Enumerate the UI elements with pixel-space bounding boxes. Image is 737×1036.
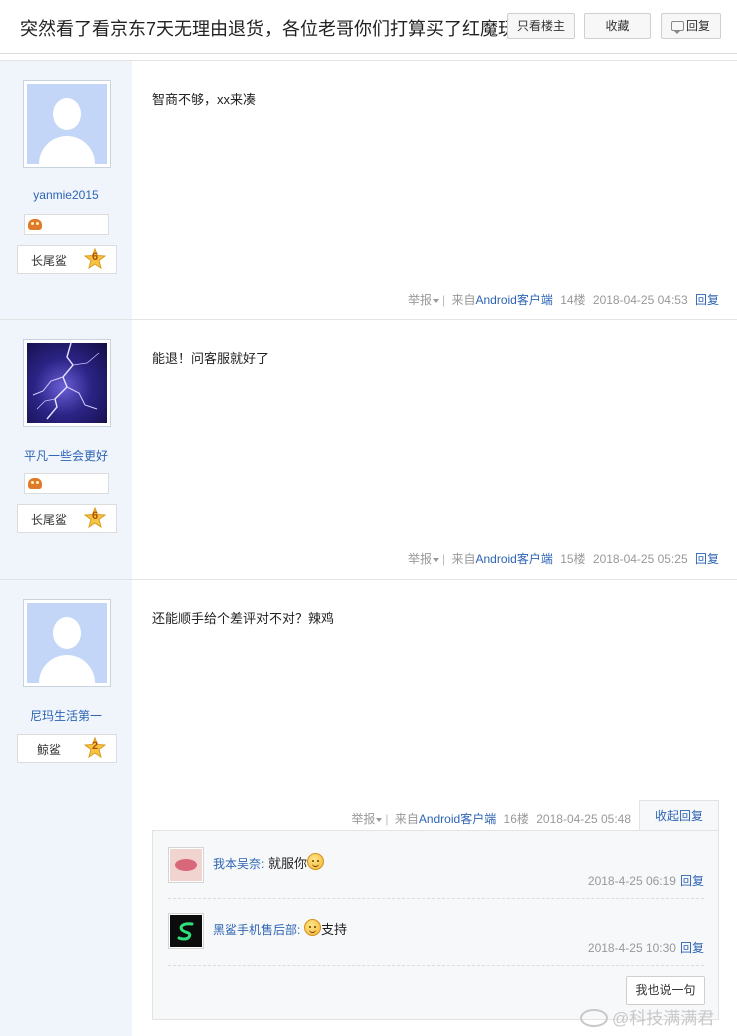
username-link[interactable]: 尼玛生活第一 [0,707,132,724]
post-reply-link[interactable]: 回复 [695,293,719,307]
post-floor-15: 平凡一些会更好 长尾鲨 6 能退！问客服就好了 举报 | 来自Android客户端… [0,320,737,580]
from-prefix: 来自 [451,293,476,307]
reply-button-label: 回复 [685,19,710,33]
add-comment-button[interactable]: 我也说一句 [626,976,705,1005]
favorite-button[interactable]: 收藏 [584,13,651,39]
username-link[interactable]: 平凡一些会更好 [0,447,132,464]
reply-button[interactable]: 回复 [661,13,721,39]
sub-reply-body: 我本吴奈: 就服你 [213,853,324,872]
watermark-text: @科技满满君 [612,1009,715,1028]
avatar[interactable] [23,339,111,427]
level-number: 2 [91,740,99,752]
smiley-emoji-icon [303,919,321,936]
sub-reply-meta: 2018-4-25 10:30 回复 [588,939,704,956]
avatar[interactable] [23,599,111,687]
report-link[interactable]: 举报 [408,552,439,566]
default-avatar-icon [27,84,107,164]
sub-reply: 我本吴奈: 就服你 2018-4-25 06:19 回复 [168,843,704,899]
level-number: 6 [91,251,99,263]
only-op-button[interactable]: 只看楼主 [507,13,575,39]
level-number: 6 [91,510,99,522]
post-time: 2018-04-25 05:48 [536,812,631,826]
post-meta: 举报 | 来自Android客户端 14楼 2018-04-25 04:53 回复 [407,293,719,307]
sub-reply-body: 黑鲨手机售后部: 支持 [213,919,347,938]
level-name: 鲸鲨 [36,743,61,757]
floor-number: 16楼 [503,812,529,826]
caret-down-icon [376,817,383,822]
weibo-logo-icon [580,1009,608,1027]
caret-down-icon [432,557,439,562]
post-time: 2018-04-25 04:53 [592,293,688,307]
user-sidebar: 平凡一些会更好 长尾鲨 6 [0,320,132,579]
level-name: 长尾鲨 [30,254,67,268]
username-link[interactable]: yanmie2015 [0,188,132,202]
sub-reply-time: 2018-4-25 10:30 [587,941,676,955]
default-avatar-icon [27,603,107,683]
smiley-emoji-icon [306,853,324,870]
post-meta: 举报 | 来自Android客户端 15楼 2018-04-25 05:25 回复 [407,552,719,566]
client-link[interactable]: Android客户端 [475,293,552,307]
level-badge[interactable]: 长尾鲨 6 [17,504,117,533]
from-prefix: 来自 [451,552,476,566]
client-link[interactable]: Android客户端 [419,812,496,826]
report-link[interactable]: 举报 [408,293,439,307]
reply-bubble-icon [671,21,684,34]
floor-number: 14楼 [560,293,586,307]
watermark: @科技满满君 [580,1004,714,1029]
shark-logo-avatar-icon [170,915,202,947]
avatar[interactable] [168,913,204,949]
thread-title: 突然看了看京东7天无理由退货，各位老哥你们打算买了红魔玩... [20,19,532,39]
sub-reply-text: 就服你 [264,856,307,871]
post-reply-link[interactable]: 回复 [695,552,719,566]
sub-reply-link[interactable]: 回复 [680,874,704,888]
report-link[interactable]: 举报 [351,812,383,826]
level-badge[interactable]: 鲸鲨 2 [17,734,117,763]
badge-bar [24,214,109,235]
post-floor-14: yanmie2015 长尾鲨 6 智商不够，xx来凑 举报 | 来自Android… [0,60,737,320]
sub-reply-time: 2018-4-25 06:19 [587,874,676,888]
lips-avatar-icon [170,849,202,881]
avatar[interactable] [168,847,204,883]
user-sidebar: yanmie2015 长尾鲨 6 [0,61,132,319]
gamepad-badge-icon [28,219,42,230]
thread-header: 突然看了看京东7天无理由退货，各位老哥你们打算买了红魔玩... 只看楼主 收藏 … [0,0,737,54]
post-meta: 举报 | 来自Android客户端 16楼 2018-04-25 05:48 [351,812,631,826]
level-name: 长尾鲨 [30,513,67,527]
avatar[interactable] [23,80,111,168]
sub-reply-author[interactable]: 黑鲨手机售后部: [213,923,300,937]
post-content: 智商不够，xx来凑 [152,92,257,107]
sub-reply: 黑鲨手机售后部: 支持 2018-4-25 10:30 回复 [168,909,704,966]
user-sidebar: 尼玛生活第一 鲸鲨 2 [0,580,132,1036]
collapse-replies-button[interactable]: 收起回复 [639,800,719,831]
sub-reply-author[interactable]: 我本吴奈: [213,857,264,871]
post-floor-16: 尼玛生活第一 鲸鲨 2 还能顺手给个差评对不对？辣鸡 举报 | 来自Android… [0,580,737,1036]
caret-down-icon [432,298,439,303]
level-badge[interactable]: 长尾鲨 6 [17,245,117,274]
client-link[interactable]: Android客户端 [475,552,552,566]
sub-replies-panel: 我本吴奈: 就服你 2018-4-25 06:19 回复 黑鲨手机售后部: 支持 … [152,830,719,1020]
from-prefix: 来自 [394,812,419,826]
sub-reply-meta: 2018-4-25 06:19 回复 [588,872,704,889]
gamepad-badge-icon [28,478,42,489]
post-time: 2018-04-25 05:25 [592,552,688,566]
lightning-avatar-icon [27,343,107,423]
post-content: 还能顺手给个差评对不对？辣鸡 [152,611,335,626]
sub-reply-link[interactable]: 回复 [680,941,704,955]
post-content: 能退！问客服就好了 [152,351,270,366]
sub-reply-text: 支持 [320,922,347,937]
badge-bar [24,473,109,494]
floor-number: 15楼 [560,552,586,566]
